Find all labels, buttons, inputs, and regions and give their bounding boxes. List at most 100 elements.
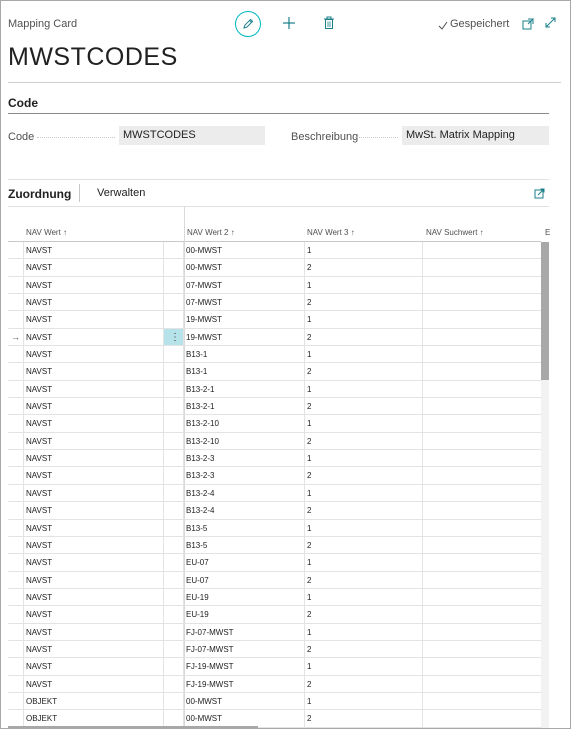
row-menu-cell[interactable]: [164, 623, 184, 641]
row-marker-cell[interactable]: [8, 415, 24, 433]
cell-nav-wert-3[interactable]: 2: [305, 536, 423, 555]
cell-nav-wert-3[interactable]: 1: [305, 346, 423, 364]
cell-nav-suchwert[interactable]: [423, 363, 541, 381]
cell-nav-wert-2[interactable]: 00-MWST: [184, 242, 305, 260]
cell-nav-wert-2[interactable]: B13-5: [184, 519, 305, 537]
cell-nav-wert-2[interactable]: EU-07: [184, 571, 305, 589]
cell-nav-wert[interactable]: NAVST: [24, 640, 164, 659]
cell-nav-wert-2[interactable]: 19-MWST: [184, 328, 305, 347]
cell-nav-wert-3[interactable]: 1: [305, 519, 423, 537]
cell-nav-wert[interactable]: NAVST: [24, 259, 164, 277]
row-marker-cell[interactable]: [8, 519, 24, 537]
cell-nav-wert-3[interactable]: 2: [305, 710, 423, 728]
row-menu-cell[interactable]: [164, 692, 184, 711]
row-marker-cell[interactable]: [8, 658, 24, 676]
row-marker-cell[interactable]: [8, 363, 24, 381]
section-heading-code[interactable]: Code: [8, 96, 38, 110]
cell-nav-wert[interactable]: NAVST: [24, 432, 164, 451]
kebab-icon[interactable]: ⋮: [170, 329, 180, 346]
row-marker-cell[interactable]: →: [8, 328, 24, 347]
cell-nav-wert-2[interactable]: EU-19: [184, 606, 305, 624]
cell-nav-wert-3[interactable]: 2: [305, 363, 423, 381]
cell-nav-wert-3[interactable]: 1: [305, 450, 423, 468]
row-menu-cell[interactable]: [164, 450, 184, 468]
row-menu-cell[interactable]: [164, 467, 184, 485]
cell-nav-wert[interactable]: NAVST: [24, 571, 164, 589]
row-marker-cell[interactable]: [8, 398, 24, 416]
cell-nav-wert-2[interactable]: FJ-19-MWST: [184, 658, 305, 676]
column-header-nav-suchwert[interactable]: NAV Suchwert ↑: [426, 228, 484, 237]
row-menu-cell[interactable]: [164, 606, 184, 624]
cell-nav-wert[interactable]: NAVST: [24, 363, 164, 381]
cell-nav-suchwert[interactable]: [423, 537, 541, 555]
cell-nav-wert[interactable]: NAVST: [24, 502, 164, 520]
table-row[interactable]: NAVST B13-2-4 2: [8, 502, 541, 520]
cell-nav-suchwert[interactable]: [423, 259, 541, 277]
column-header-nav-wert-3[interactable]: NAV Wert 3 ↑: [307, 228, 355, 237]
table-row[interactable]: NAVST B13-2-10 2: [8, 432, 541, 451]
cell-nav-wert-2[interactable]: B13-1: [184, 363, 305, 381]
table-row[interactable]: NAVST 07-MWST 2: [8, 294, 541, 312]
row-marker-cell[interactable]: [8, 588, 24, 607]
row-menu-cell[interactable]: [164, 640, 184, 659]
table-row[interactable]: NAVST B13-2-1 2: [8, 398, 541, 416]
cell-nav-suchwert[interactable]: [423, 710, 541, 728]
cell-nav-wert[interactable]: NAVST: [24, 328, 164, 347]
tab-verwalten[interactable]: Verwalten: [97, 187, 145, 199]
row-menu-cell[interactable]: [164, 519, 184, 537]
cell-nav-wert[interactable]: NAVST: [24, 346, 164, 364]
cell-nav-suchwert[interactable]: [423, 606, 541, 624]
cell-nav-wert-3[interactable]: 1: [305, 588, 423, 607]
row-marker-cell[interactable]: [8, 450, 24, 468]
fullscreen-button[interactable]: [544, 16, 557, 34]
row-marker-cell[interactable]: [8, 380, 24, 399]
cell-nav-wert-2[interactable]: 00-MWST: [184, 692, 305, 711]
cell-nav-wert-3[interactable]: 2: [305, 328, 423, 347]
cell-nav-wert[interactable]: NAVST: [24, 623, 164, 641]
table-row[interactable]: NAVST 00-MWST 1: [8, 242, 541, 260]
cell-nav-wert[interactable]: NAVST: [24, 536, 164, 555]
table-row[interactable]: NAVST B13-2-3 2: [8, 467, 541, 485]
table-row[interactable]: NAVST B13-5 2: [8, 536, 541, 555]
table-row[interactable]: → NAVST ⋮ 19-MWST 2: [8, 328, 541, 347]
row-menu-cell[interactable]: [164, 675, 184, 693]
row-menu-cell[interactable]: [164, 242, 184, 260]
cell-nav-wert-2[interactable]: 00-MWST: [184, 259, 305, 277]
row-marker-cell[interactable]: [8, 640, 24, 659]
row-menu-cell[interactable]: [164, 536, 184, 555]
cell-nav-wert-3[interactable]: 1: [305, 415, 423, 433]
row-marker-cell[interactable]: [8, 606, 24, 624]
cell-nav-wert-2[interactable]: B13-2-3: [184, 450, 305, 468]
table-row[interactable]: NAVST FJ-19-MWST 1: [8, 658, 541, 676]
row-marker-cell[interactable]: [8, 346, 24, 364]
row-marker-cell[interactable]: [8, 536, 24, 555]
row-menu-cell[interactable]: [164, 588, 184, 607]
cell-nav-wert[interactable]: NAVST: [24, 588, 164, 607]
cell-nav-suchwert[interactable]: [423, 641, 541, 659]
cell-nav-wert-3[interactable]: 2: [305, 398, 423, 416]
cell-nav-wert-3[interactable]: 2: [305, 675, 423, 693]
row-marker-cell[interactable]: [8, 623, 24, 641]
row-menu-cell[interactable]: [164, 311, 184, 329]
row-marker-cell[interactable]: [8, 294, 24, 312]
row-marker-cell[interactable]: [8, 502, 24, 520]
row-menu-cell[interactable]: [164, 259, 184, 277]
row-menu-cell[interactable]: [164, 346, 184, 364]
new-button[interactable]: [282, 16, 296, 35]
cell-nav-wert-3[interactable]: 1: [305, 311, 423, 329]
horizontal-scrollbar[interactable]: [8, 726, 258, 728]
table-row[interactable]: NAVST EU-19 2: [8, 606, 541, 624]
cell-nav-wert-2[interactable]: FJ-19-MWST: [184, 675, 305, 693]
column-header-nav-wert[interactable]: NAV Wert ↑: [26, 228, 67, 237]
cell-nav-suchwert[interactable]: [423, 398, 541, 416]
column-header-truncated[interactable]: E: [545, 228, 550, 237]
cell-nav-wert-2[interactable]: 07-MWST: [184, 276, 305, 295]
row-marker-cell[interactable]: [8, 276, 24, 295]
cell-nav-suchwert[interactable]: [423, 554, 541, 572]
cell-nav-suchwert[interactable]: [423, 520, 541, 537]
column-header-nav-wert-2[interactable]: NAV Wert 2 ↑: [187, 228, 235, 237]
cell-nav-wert-3[interactable]: 1: [305, 623, 423, 641]
cell-nav-wert-2[interactable]: FJ-07-MWST: [184, 623, 305, 641]
cell-nav-wert-3[interactable]: 2: [305, 432, 423, 451]
cell-nav-wert-3[interactable]: 2: [305, 571, 423, 589]
